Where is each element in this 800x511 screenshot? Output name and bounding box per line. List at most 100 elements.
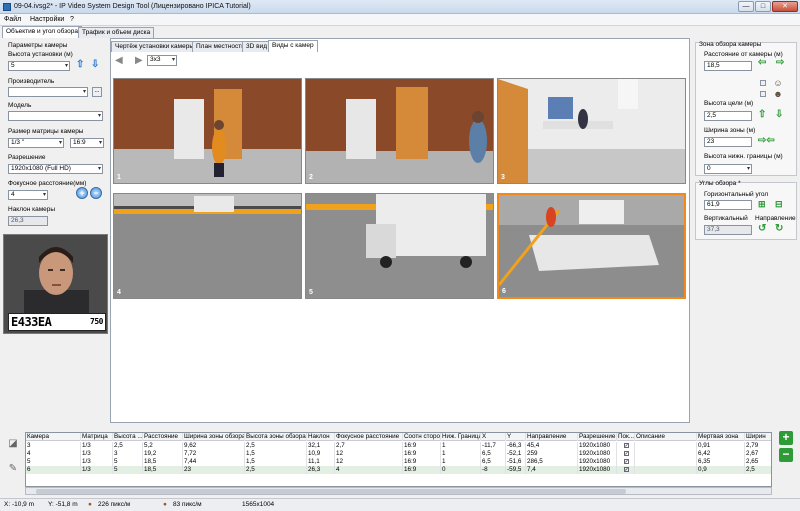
tab-install-drawing[interactable]: Чертёж установки камеры <box>111 41 199 52</box>
window-title: 09-04.ivsg2* - IP Video System Design To… <box>14 3 251 10</box>
camera-number: 1 <box>117 174 121 181</box>
cell-show-checkbox[interactable]: ✓ <box>617 458 635 466</box>
tilt-label: Наклон камеры <box>8 206 56 213</box>
expand-icon[interactable]: ⊞ <box>758 199 766 209</box>
cell-focal: 4 <box>335 466 403 474</box>
manufacturer-combo[interactable] <box>8 87 88 97</box>
tab-3d-view[interactable]: 3D вид <box>242 41 271 52</box>
scrollbar-thumb[interactable] <box>36 489 626 494</box>
focal-combo[interactable]: 4 <box>8 190 48 200</box>
browse-button[interactable]: ... <box>92 87 102 97</box>
menu-file[interactable]: Файл <box>4 16 21 23</box>
prev-arrow-icon[interactable]: ◀ <box>115 55 123 66</box>
camera-number: 2 <box>309 174 313 181</box>
cell-x: -8 <box>481 466 506 474</box>
check-icon[interactable]: ✓ <box>623 459 629 465</box>
col-camera[interactable]: Камера <box>26 433 81 441</box>
cell-show-checkbox[interactable]: ✓ <box>617 450 635 458</box>
model-combo[interactable] <box>8 111 103 121</box>
rotate-left-icon[interactable]: ↺ <box>758 224 766 234</box>
col-sensor[interactable]: Матрица <box>81 433 113 441</box>
pencil-icon[interactable]: ✎ <box>6 462 20 476</box>
shrink-width-icon[interactable]: ⇨⇦ <box>758 136 775 146</box>
table-horizontal-scrollbar[interactable] <box>25 487 772 495</box>
tab-traffic[interactable]: Трафик и объем диска <box>78 27 155 38</box>
tab-site-plan[interactable]: План местности <box>192 41 249 52</box>
col-description[interactable]: Описание <box>635 433 697 441</box>
lower-bound-combo[interactable]: 0 <box>704 164 752 174</box>
lower-bound-label: Высота нижн. границы (м) <box>704 153 783 160</box>
next-arrow-icon[interactable]: ▶ <box>135 55 143 66</box>
col-dead-zone[interactable]: Мертвая зона <box>697 433 745 441</box>
zone-width-label: Ширина зоны (м) <box>704 127 756 134</box>
col-zone-height[interactable]: Высота зоны обзора <box>245 433 307 441</box>
col-x[interactable]: X <box>481 433 506 441</box>
col-distance[interactable]: Расстояние <box>143 433 183 441</box>
col-y[interactable]: Y <box>506 433 526 441</box>
arrow-up-icon[interactable]: ⇧ <box>76 60 84 70</box>
col-height[interactable]: Высота ... <box>113 433 143 441</box>
mount-height-combo[interactable]: 5 <box>8 61 70 71</box>
horiz-field[interactable]: 61,9 <box>704 200 752 210</box>
camera-view-6[interactable]: 6 <box>497 193 686 299</box>
col-aspect[interactable]: Соотн сторон <box>403 433 441 441</box>
camera-view-4[interactable]: 4 <box>113 193 302 299</box>
minimize-button[interactable]: — <box>738 1 754 12</box>
camera-number: 6 <box>502 288 506 295</box>
col-lower-bound[interactable]: Ниж. Граница <box>441 433 481 441</box>
cell-show-checkbox[interactable]: ✓ <box>617 466 635 474</box>
tab-lens[interactable]: Объектив и угол обзора <box>2 26 82 38</box>
check-icon[interactable]: ✓ <box>623 443 629 449</box>
table-row-selected[interactable]: 6 1/3 5 18,5 23 2,5 26,3 4 16:9 0 -8 -59… <box>26 466 771 474</box>
arrow-down-icon[interactable]: ⇩ <box>91 60 99 70</box>
tab-camera-views[interactable]: Виды с камер <box>268 40 318 52</box>
menu-help[interactable]: ? <box>70 16 74 23</box>
sensor-combo[interactable]: 1/3 " <box>8 138 64 148</box>
params-title: Параметры камеры <box>8 42 68 49</box>
col-zone-width[interactable]: Ширина зоны обзора <box>183 433 245 441</box>
menu-settings[interactable]: Настройки <box>30 16 64 23</box>
zone-width-field[interactable]: 23 <box>704 137 752 147</box>
table-row[interactable]: 4 1/3 3 19,2 7,72 1,5 10,9 12 16:9 1 6,5… <box>26 450 771 458</box>
zoom-out-icon[interactable]: − <box>90 187 102 199</box>
tilt-field[interactable]: 26,3 <box>8 216 48 226</box>
option-checkbox[interactable] <box>760 80 766 86</box>
camera-icon[interactable]: ◪ <box>6 437 20 451</box>
col-focal[interactable]: Фокусное расстояние <box>335 433 403 441</box>
cell-zone-width: 23 <box>183 466 245 474</box>
close-button[interactable]: ✕ <box>772 1 798 12</box>
vert-field[interactable]: 37,3 <box>704 225 752 235</box>
collapse-icon[interactable]: ⊟ <box>775 199 783 209</box>
check-icon[interactable]: ✓ <box>623 467 629 473</box>
col-direction[interactable]: Направление <box>526 433 578 441</box>
table-row[interactable]: 3 1/3 2,5 5,2 9,62 2,5 32,1 2,7 16:9 1 -… <box>26 442 771 450</box>
cell-aspect: 16:9 <box>403 442 441 450</box>
grid-layout-combo[interactable]: 3x3 <box>147 55 177 66</box>
option-checkbox[interactable] <box>760 91 766 97</box>
add-camera-button[interactable]: + <box>779 431 793 445</box>
col-resolution[interactable]: Разрешение <box>578 433 617 441</box>
aspect-combo[interactable]: 16:9 <box>70 138 104 148</box>
cell-zone-width: 7,44 <box>183 458 245 466</box>
arrow-right-icon[interactable]: ⇨ <box>776 58 784 68</box>
target-height-field[interactable]: 2,5 <box>704 111 752 121</box>
camera-view-3[interactable]: 3 <box>497 78 686 184</box>
col-width[interactable]: Ширин <box>745 433 771 441</box>
remove-camera-button[interactable]: − <box>779 448 793 462</box>
camera-view-5[interactable]: 5 <box>305 193 494 299</box>
zoom-in-icon[interactable]: + <box>76 187 88 199</box>
table-row[interactable]: 5 1/3 5 18,5 7,44 1,5 11,1 12 16:9 1 6,5… <box>26 458 771 466</box>
cell-show-checkbox[interactable]: ✓ <box>617 442 635 450</box>
camera-view-2[interactable]: 2 <box>305 78 494 184</box>
check-icon[interactable]: ✓ <box>623 451 629 457</box>
maximize-button[interactable]: □ <box>755 1 771 12</box>
rotate-right-icon[interactable]: ↻ <box>775 224 783 234</box>
camera-view-1[interactable]: 1 <box>113 78 302 184</box>
arrow-up-icon[interactable]: ⇧ <box>758 110 766 120</box>
distance-field[interactable]: 18,5 <box>704 61 752 71</box>
resolution-combo[interactable]: 1920x1080 (Full HD) <box>8 164 103 174</box>
col-show[interactable]: Пок... <box>617 433 635 441</box>
arrow-left-icon[interactable]: ⇦ <box>758 58 766 68</box>
arrow-down-icon[interactable]: ⇩ <box>775 110 783 120</box>
col-tilt[interactable]: Наклон <box>307 433 335 441</box>
